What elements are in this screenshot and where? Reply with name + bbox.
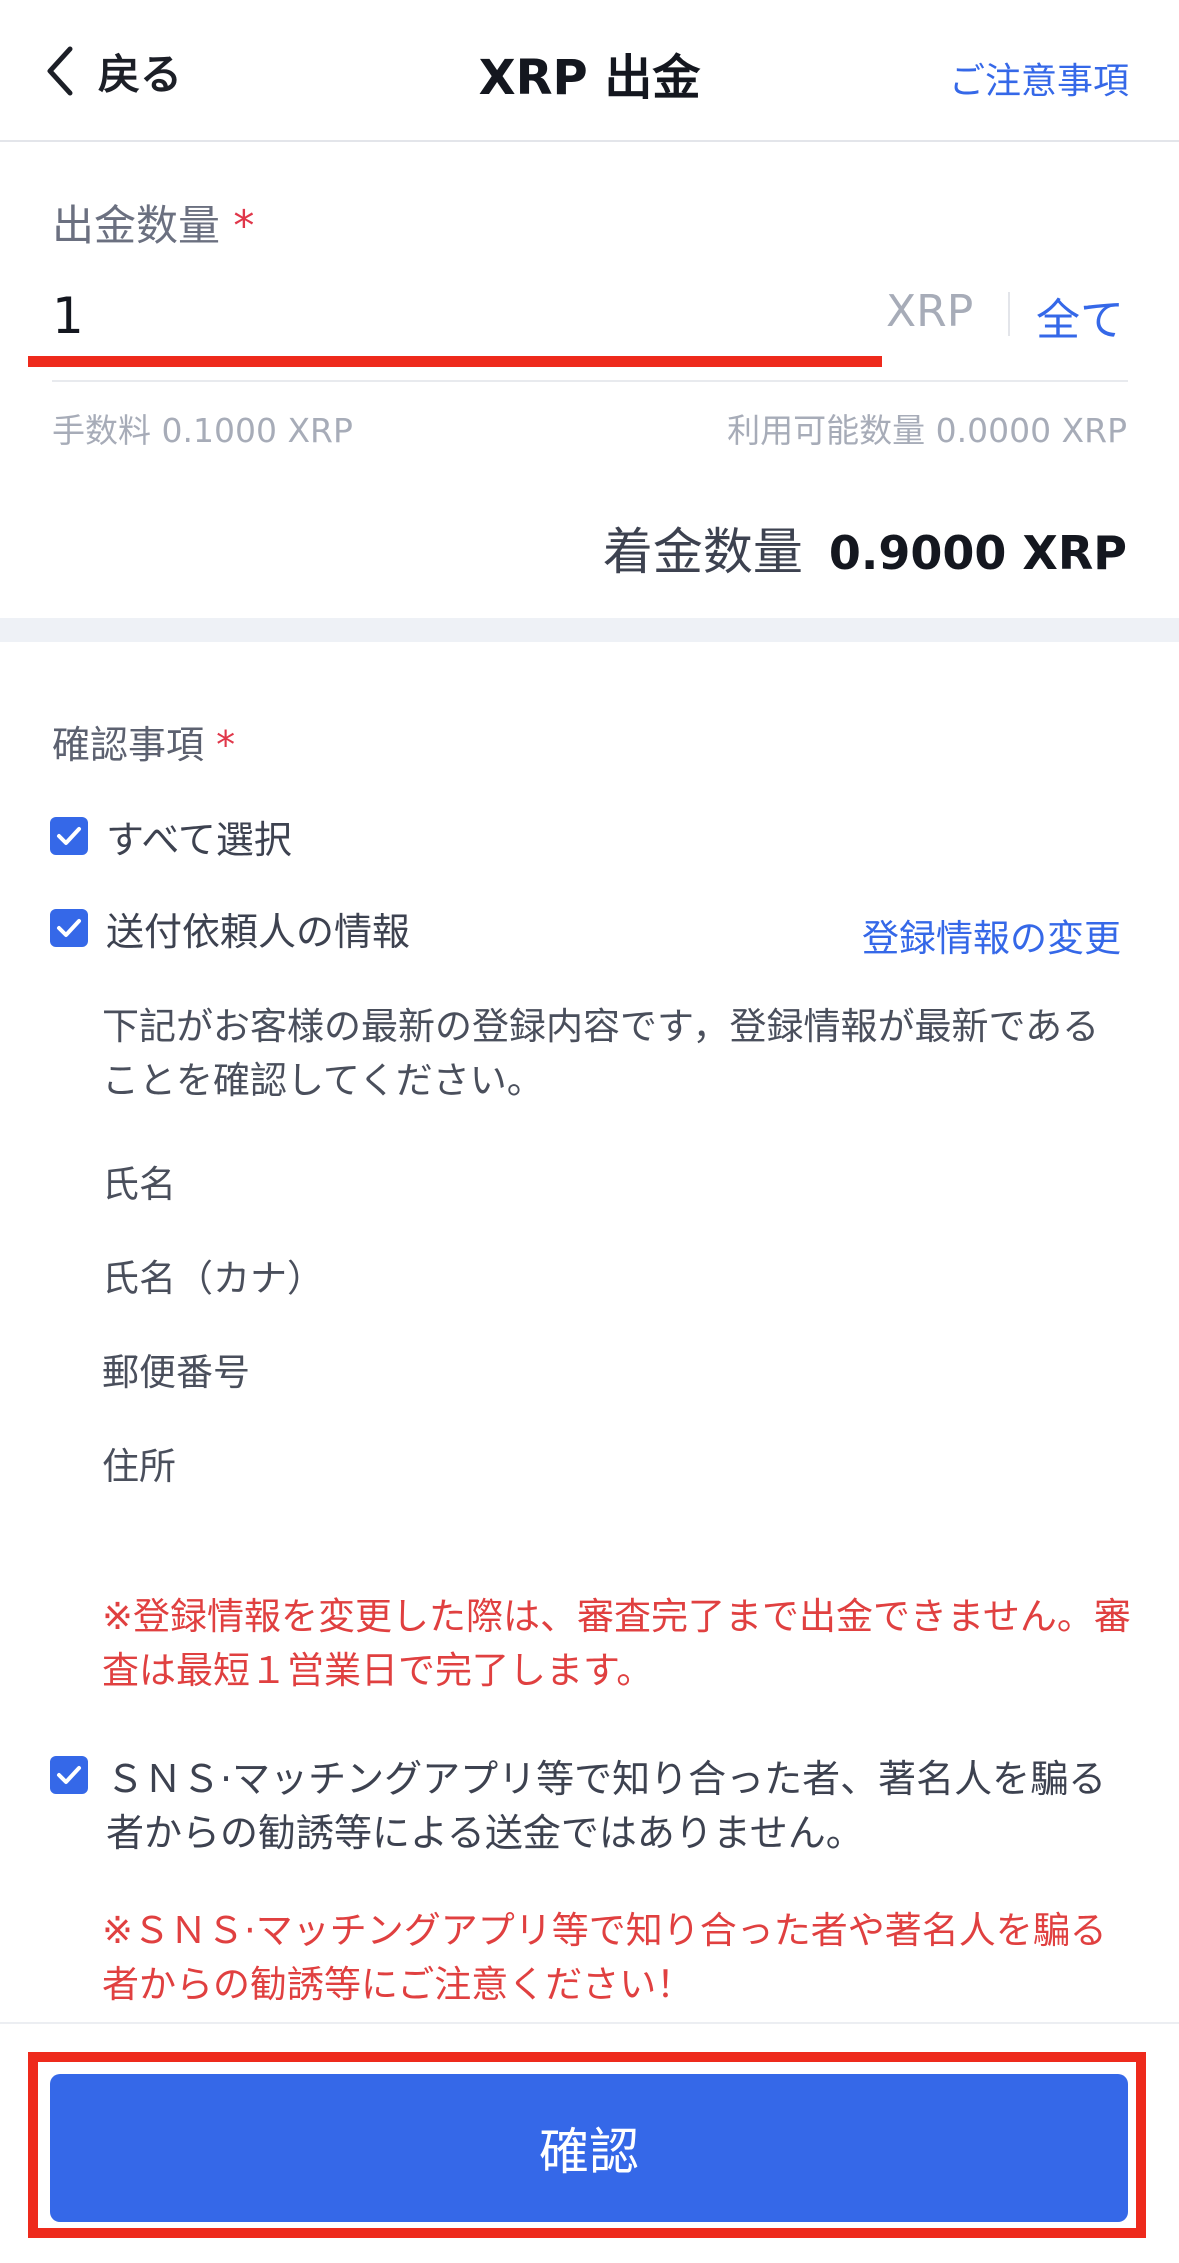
confirmation-label: 確認事項 * — [52, 714, 235, 769]
amount-label: 出金数量 * — [52, 192, 254, 253]
field-name-kana: 氏名（カナ） — [102, 1257, 324, 1300]
unit-divider — [1008, 292, 1010, 336]
amount-unit: XRP — [886, 286, 974, 337]
registration-description: 下記がお客様の最新の登録内容です，登録情報が最新であることを確認してください。 — [102, 1005, 1100, 1102]
select-all-label: すべて選択 — [106, 818, 292, 862]
receive-value: 0.9000 XRP — [828, 526, 1127, 580]
highlight-underline — [28, 356, 882, 367]
registration-warning: ※登録情報を変更した際は、審査完了まで出金できません。審査は最短１営業日で完了し… — [102, 1595, 1131, 1692]
confirmation-label-text: 確認事項 — [52, 723, 205, 767]
field-postal-code: 郵便番号 — [102, 1351, 250, 1394]
receive-amount-row: 着金数量 0.9000 XRP — [603, 512, 1127, 584]
sender-info-label: 送付依頼人の情報 — [106, 910, 411, 954]
amount-label-text: 出金数量 — [52, 201, 221, 250]
sender-info-checkbox[interactable]: 送付依頼人の情報 — [50, 905, 410, 959]
sns-warning: ※ＳＮＳ·マッチングアプリ等で知り合った者や著名人を騙る者からの勧誘等にご注意く… — [102, 1909, 1107, 2006]
field-address: 住所 — [102, 1445, 176, 1488]
sns-confirmation-label: ＳＮＳ·マッチングアプリ等で知り合った者、著名人を騙る者からの勧誘等による送金で… — [106, 1757, 1107, 1855]
sns-confirmation-checkbox[interactable]: ＳＮＳ·マッチングアプリ等で知り合った者、著名人を騙る者からの勧誘等による送金で… — [50, 1752, 1130, 1860]
checkbox-checked-icon[interactable] — [50, 1756, 88, 1794]
all-amount-button[interactable]: 全て — [1036, 284, 1124, 348]
required-mark: * — [216, 723, 236, 767]
footer-divider — [0, 2022, 1179, 2024]
checkbox-checked-icon[interactable] — [50, 817, 88, 855]
required-mark: * — [233, 201, 255, 250]
section-divider — [0, 618, 1179, 642]
change-registration-link[interactable]: 登録情報の変更 — [862, 908, 1121, 962]
field-name: 氏名 — [102, 1163, 176, 1206]
input-divider — [52, 380, 1128, 382]
amount-input[interactable] — [52, 280, 852, 352]
available-amount-text: 利用可能数量 0.0000 XRP — [727, 411, 1127, 450]
select-all-checkbox[interactable]: すべて選択 — [50, 813, 292, 867]
receive-label: 着金数量 — [602, 523, 803, 581]
fee-text: 手数料 0.1000 XRP — [52, 411, 353, 450]
confirm-button[interactable]: 確認 — [50, 2074, 1128, 2222]
checkbox-checked-icon[interactable] — [50, 909, 88, 947]
notice-link[interactable]: ご注意事項 — [949, 52, 1129, 104]
